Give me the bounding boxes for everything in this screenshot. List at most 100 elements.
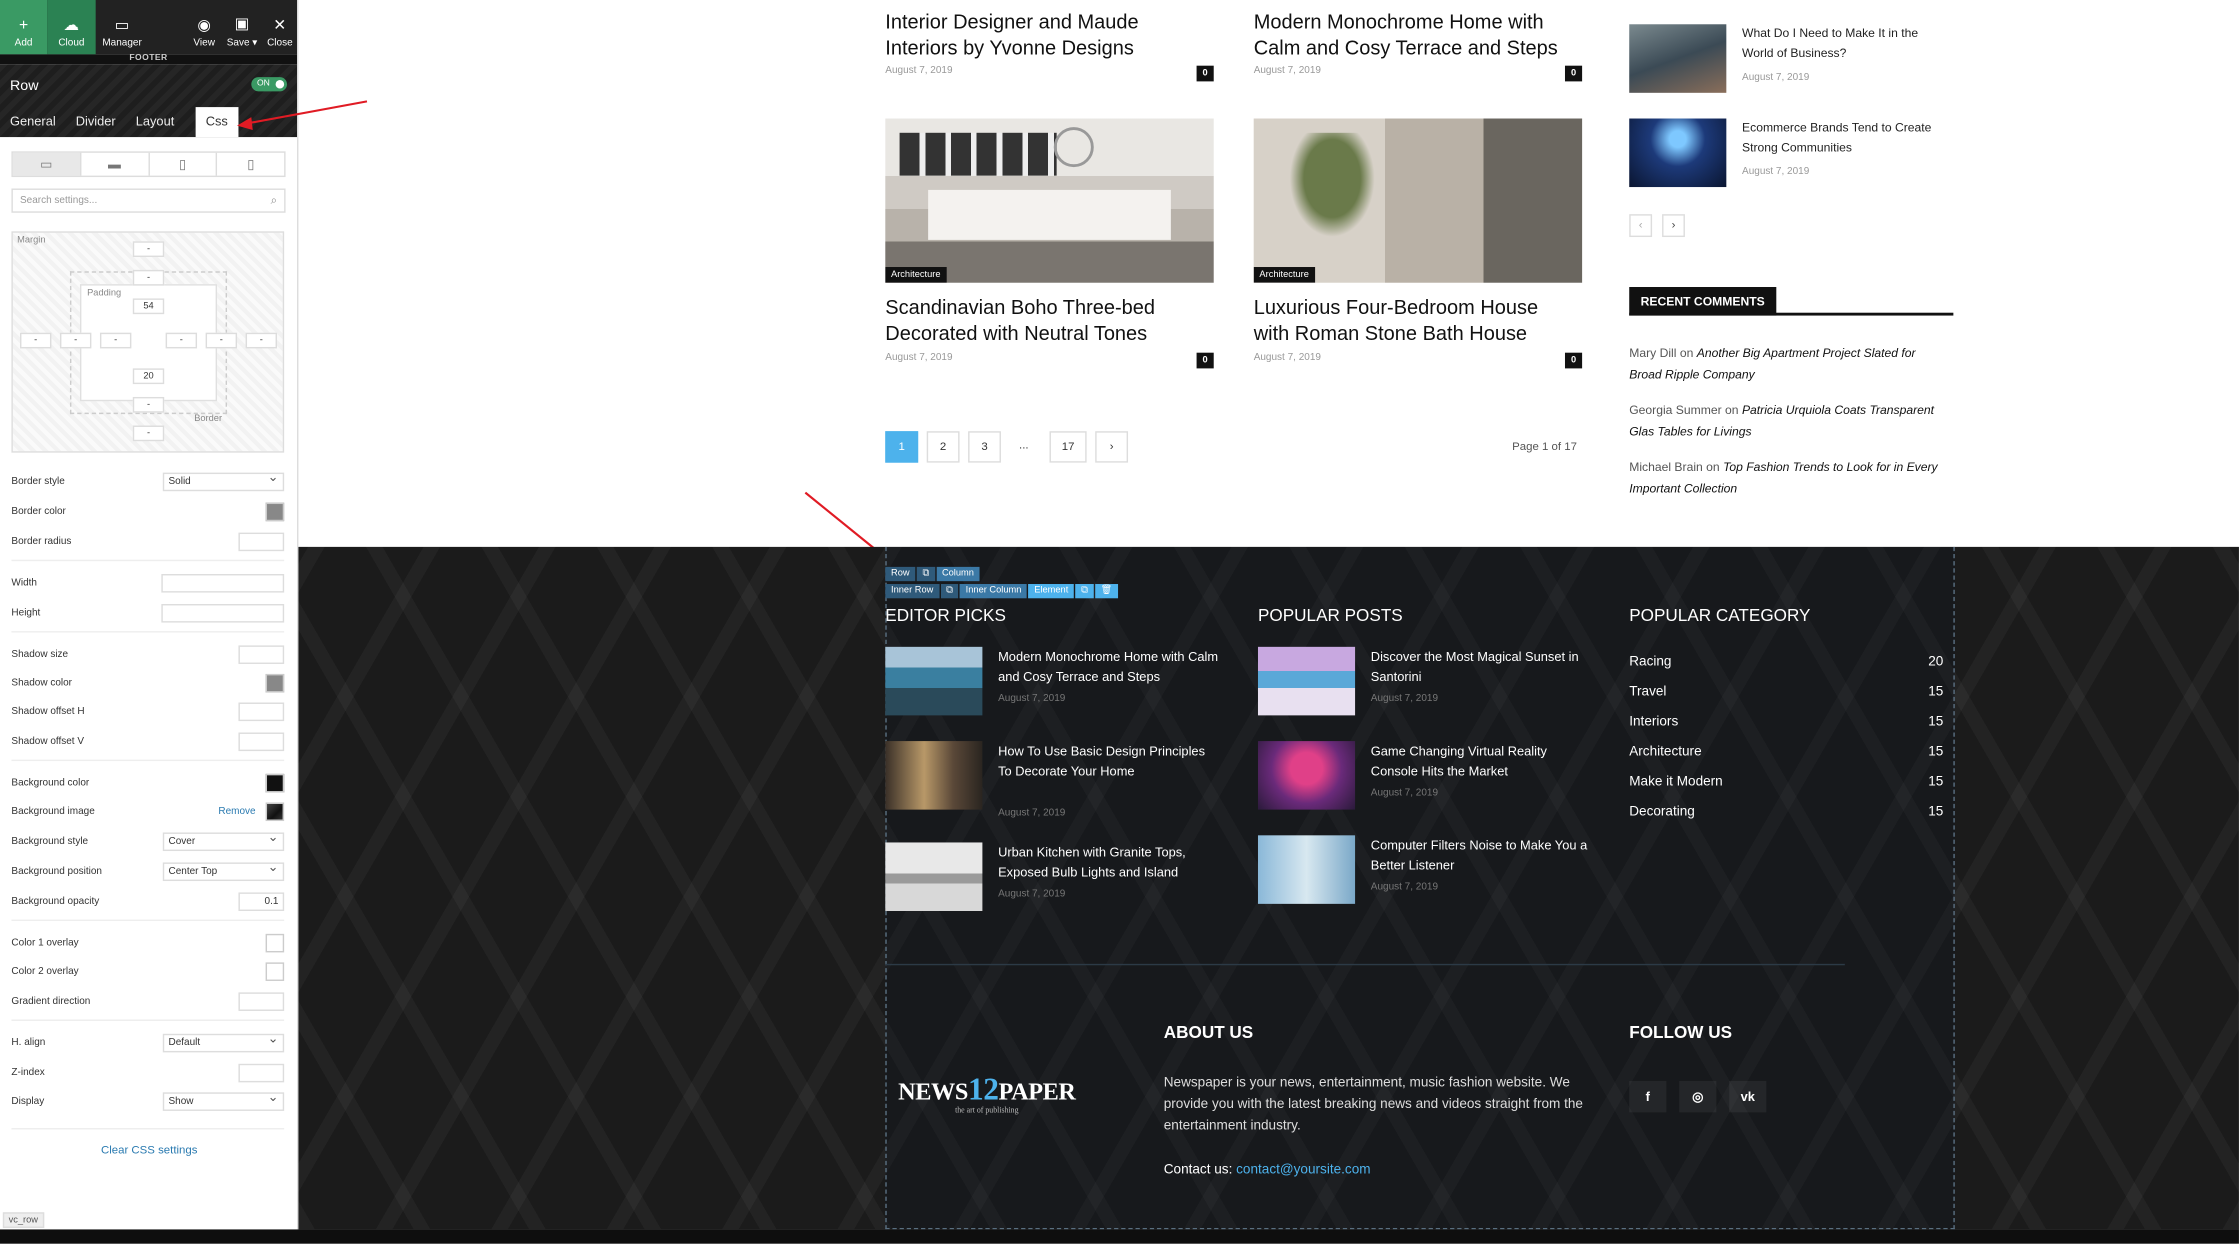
tablet-landscape-icon[interactable]: ▬ xyxy=(81,152,150,176)
breadcrumb-element[interactable]: Element xyxy=(1028,584,1075,599)
next-arrow-button[interactable]: › xyxy=(1662,214,1685,238)
remove-image-link[interactable]: Remove xyxy=(218,806,255,816)
footer-post-title[interactable]: How To Use Basic Design Principles To De… xyxy=(998,741,1219,781)
footer-post-title[interactable]: Computer Filters Noise to Make You a Bet… xyxy=(1371,835,1592,875)
category-item[interactable]: Architecture 15 xyxy=(1629,744,1943,760)
category-item[interactable]: Racing 20 xyxy=(1629,654,1943,670)
breadcrumb-row[interactable]: Row xyxy=(885,566,916,582)
footer-post-title[interactable]: Urban Kitchen with Granite Tops, Exposed… xyxy=(998,842,1219,882)
tablet-portrait-icon[interactable]: ▯ xyxy=(149,152,218,176)
height-input[interactable] xyxy=(161,603,285,622)
breadcrumb-column[interactable]: Column xyxy=(936,566,980,582)
post-thumbnail[interactable] xyxy=(885,741,983,810)
breadcrumb-inner-row[interactable]: Inner Row xyxy=(885,584,940,599)
page-button[interactable]: 3 xyxy=(968,431,1001,463)
footer-post-title[interactable]: Game Changing Virtual Reality Console Hi… xyxy=(1371,741,1592,781)
tab-divider[interactable]: Divider xyxy=(66,107,126,137)
z-index-input[interactable] xyxy=(238,1063,285,1082)
page-button[interactable]: 1 xyxy=(885,431,919,463)
copy-icon[interactable]: ⧉ xyxy=(1075,584,1094,599)
border-right-input[interactable]: - xyxy=(205,332,238,349)
bg-position-select[interactable]: Center Top xyxy=(162,859,285,881)
post-title[interactable]: Luxurious Four-Bedroom House with Roman … xyxy=(1254,296,1575,346)
bg-image-thumb[interactable] xyxy=(265,801,285,821)
tab-layout[interactable]: Layout xyxy=(126,107,185,137)
gradient-direction-input[interactable] xyxy=(238,991,285,1011)
display-select[interactable]: Show xyxy=(162,1089,285,1111)
width-input[interactable] xyxy=(161,573,285,592)
category-item[interactable]: Decorating 15 xyxy=(1629,804,1943,820)
prev-arrow-button[interactable]: ‹ xyxy=(1629,214,1653,238)
bg-color-swatch[interactable] xyxy=(265,773,285,792)
border-bottom-input[interactable]: - xyxy=(132,396,165,413)
border-left-input[interactable]: - xyxy=(59,332,92,349)
category-item[interactable]: Travel 15 xyxy=(1629,684,1943,700)
shadow-offset-v-input[interactable] xyxy=(238,731,285,751)
post-image[interactable]: Architecture xyxy=(885,118,1214,283)
copy-icon[interactable]: ⧉ xyxy=(916,566,935,582)
shadow-offset-h-input[interactable] xyxy=(238,701,285,721)
instagram-icon[interactable]: ◎ xyxy=(1679,1080,1717,1113)
comment-count-badge[interactable]: 0 xyxy=(1564,65,1583,82)
phone-icon[interactable]: ▯ xyxy=(217,153,284,176)
border-top-input[interactable]: - xyxy=(132,269,165,286)
comment-count-badge[interactable]: 0 xyxy=(1196,65,1214,82)
site-logo[interactable]: NEWS12PAPER the art of publishing xyxy=(898,1071,1076,1115)
post-thumbnail[interactable] xyxy=(1257,741,1356,810)
comment-count-badge[interactable]: 0 xyxy=(1564,352,1583,369)
color2-overlay-swatch[interactable] xyxy=(265,961,285,981)
padding-top-input[interactable]: 54 xyxy=(132,298,165,315)
post-image[interactable]: Architecture xyxy=(1253,118,1583,283)
margin-bottom-input[interactable]: - xyxy=(132,425,165,442)
page-button[interactable]: 17 xyxy=(1049,431,1087,463)
footer-post-title[interactable]: Discover the Most Magical Sunset in Sant… xyxy=(1371,647,1592,687)
page-button[interactable]: 2 xyxy=(926,431,960,463)
margin-right-input[interactable]: - xyxy=(245,332,278,349)
post-title[interactable]: Scandinavian Boho Three-bed Decorated wi… xyxy=(885,296,1206,346)
category-item[interactable]: Interiors 15 xyxy=(1629,714,1943,730)
comment-count-badge[interactable]: 0 xyxy=(1196,352,1214,369)
shadow-color-swatch[interactable] xyxy=(265,673,285,692)
contact-email-link[interactable]: contact@yoursite.com xyxy=(1236,1162,1370,1178)
bg-style-select[interactable]: Cover xyxy=(162,829,285,851)
next-page-button[interactable]: › xyxy=(1095,431,1129,463)
tab-css[interactable]: Css xyxy=(195,107,238,138)
sidebar-post-title[interactable]: What Do I Need to Make It in the World o… xyxy=(1742,24,1949,63)
cloud-button[interactable]: ☁ Cloud xyxy=(47,0,96,55)
close-button[interactable]: ✕ Close xyxy=(263,0,297,54)
post-title[interactable]: Interior Designer and Maude Interiors by… xyxy=(885,10,1192,60)
breadcrumb-inner-column[interactable]: Inner Column xyxy=(959,584,1028,599)
add-button[interactable]: + Add xyxy=(0,0,48,55)
trash-icon[interactable]: 🗑 xyxy=(1094,584,1119,599)
row-toggle[interactable]: ON xyxy=(251,77,288,92)
save-button[interactable]: ▣ Save ▾ xyxy=(221,0,262,54)
desktop-icon[interactable]: ▭ xyxy=(12,152,82,176)
facebook-icon[interactable]: f xyxy=(1629,1080,1667,1113)
search-input[interactable]: Search settings... ⌕ xyxy=(11,188,286,213)
category-tag[interactable]: Architecture xyxy=(1253,267,1315,283)
color1-overlay-swatch[interactable] xyxy=(265,933,285,952)
clear-css-button[interactable]: Clear CSS settings xyxy=(0,1144,298,1157)
tab-general[interactable]: General xyxy=(0,107,66,137)
manager-button[interactable]: ▭ Manager xyxy=(97,0,147,54)
border-color-swatch[interactable] xyxy=(265,501,285,521)
post-thumbnail[interactable] xyxy=(1257,835,1356,904)
post-thumbnail[interactable] xyxy=(1257,646,1356,716)
border-radius-input[interactable] xyxy=(238,531,285,551)
margin-left-input[interactable]: - xyxy=(19,332,52,349)
vk-icon[interactable]: vk xyxy=(1729,1080,1767,1113)
category-item[interactable]: Make it Modern 15 xyxy=(1629,774,1943,790)
padding-right-input[interactable]: - xyxy=(165,332,198,349)
sidebar-post-title[interactable]: Ecommerce Brands Tend to Create Strong C… xyxy=(1742,119,1949,158)
margin-top-input[interactable]: - xyxy=(132,241,165,258)
padding-bottom-input[interactable]: 20 xyxy=(132,368,165,385)
h-align-select[interactable]: Default xyxy=(162,1030,285,1052)
shadow-size-input[interactable] xyxy=(238,644,285,664)
post-title[interactable]: Modern Monochrome Home with Calm and Cos… xyxy=(1254,10,1582,60)
footer-post-title[interactable]: Modern Monochrome Home with Calm and Cos… xyxy=(998,647,1219,687)
padding-left-input[interactable]: - xyxy=(99,332,132,349)
border-style-select[interactable]: Solid xyxy=(162,469,285,491)
post-thumbnail[interactable] xyxy=(1629,118,1727,188)
category-tag[interactable]: Architecture xyxy=(885,267,947,283)
bg-opacity-input[interactable]: 0.1 xyxy=(238,891,285,911)
